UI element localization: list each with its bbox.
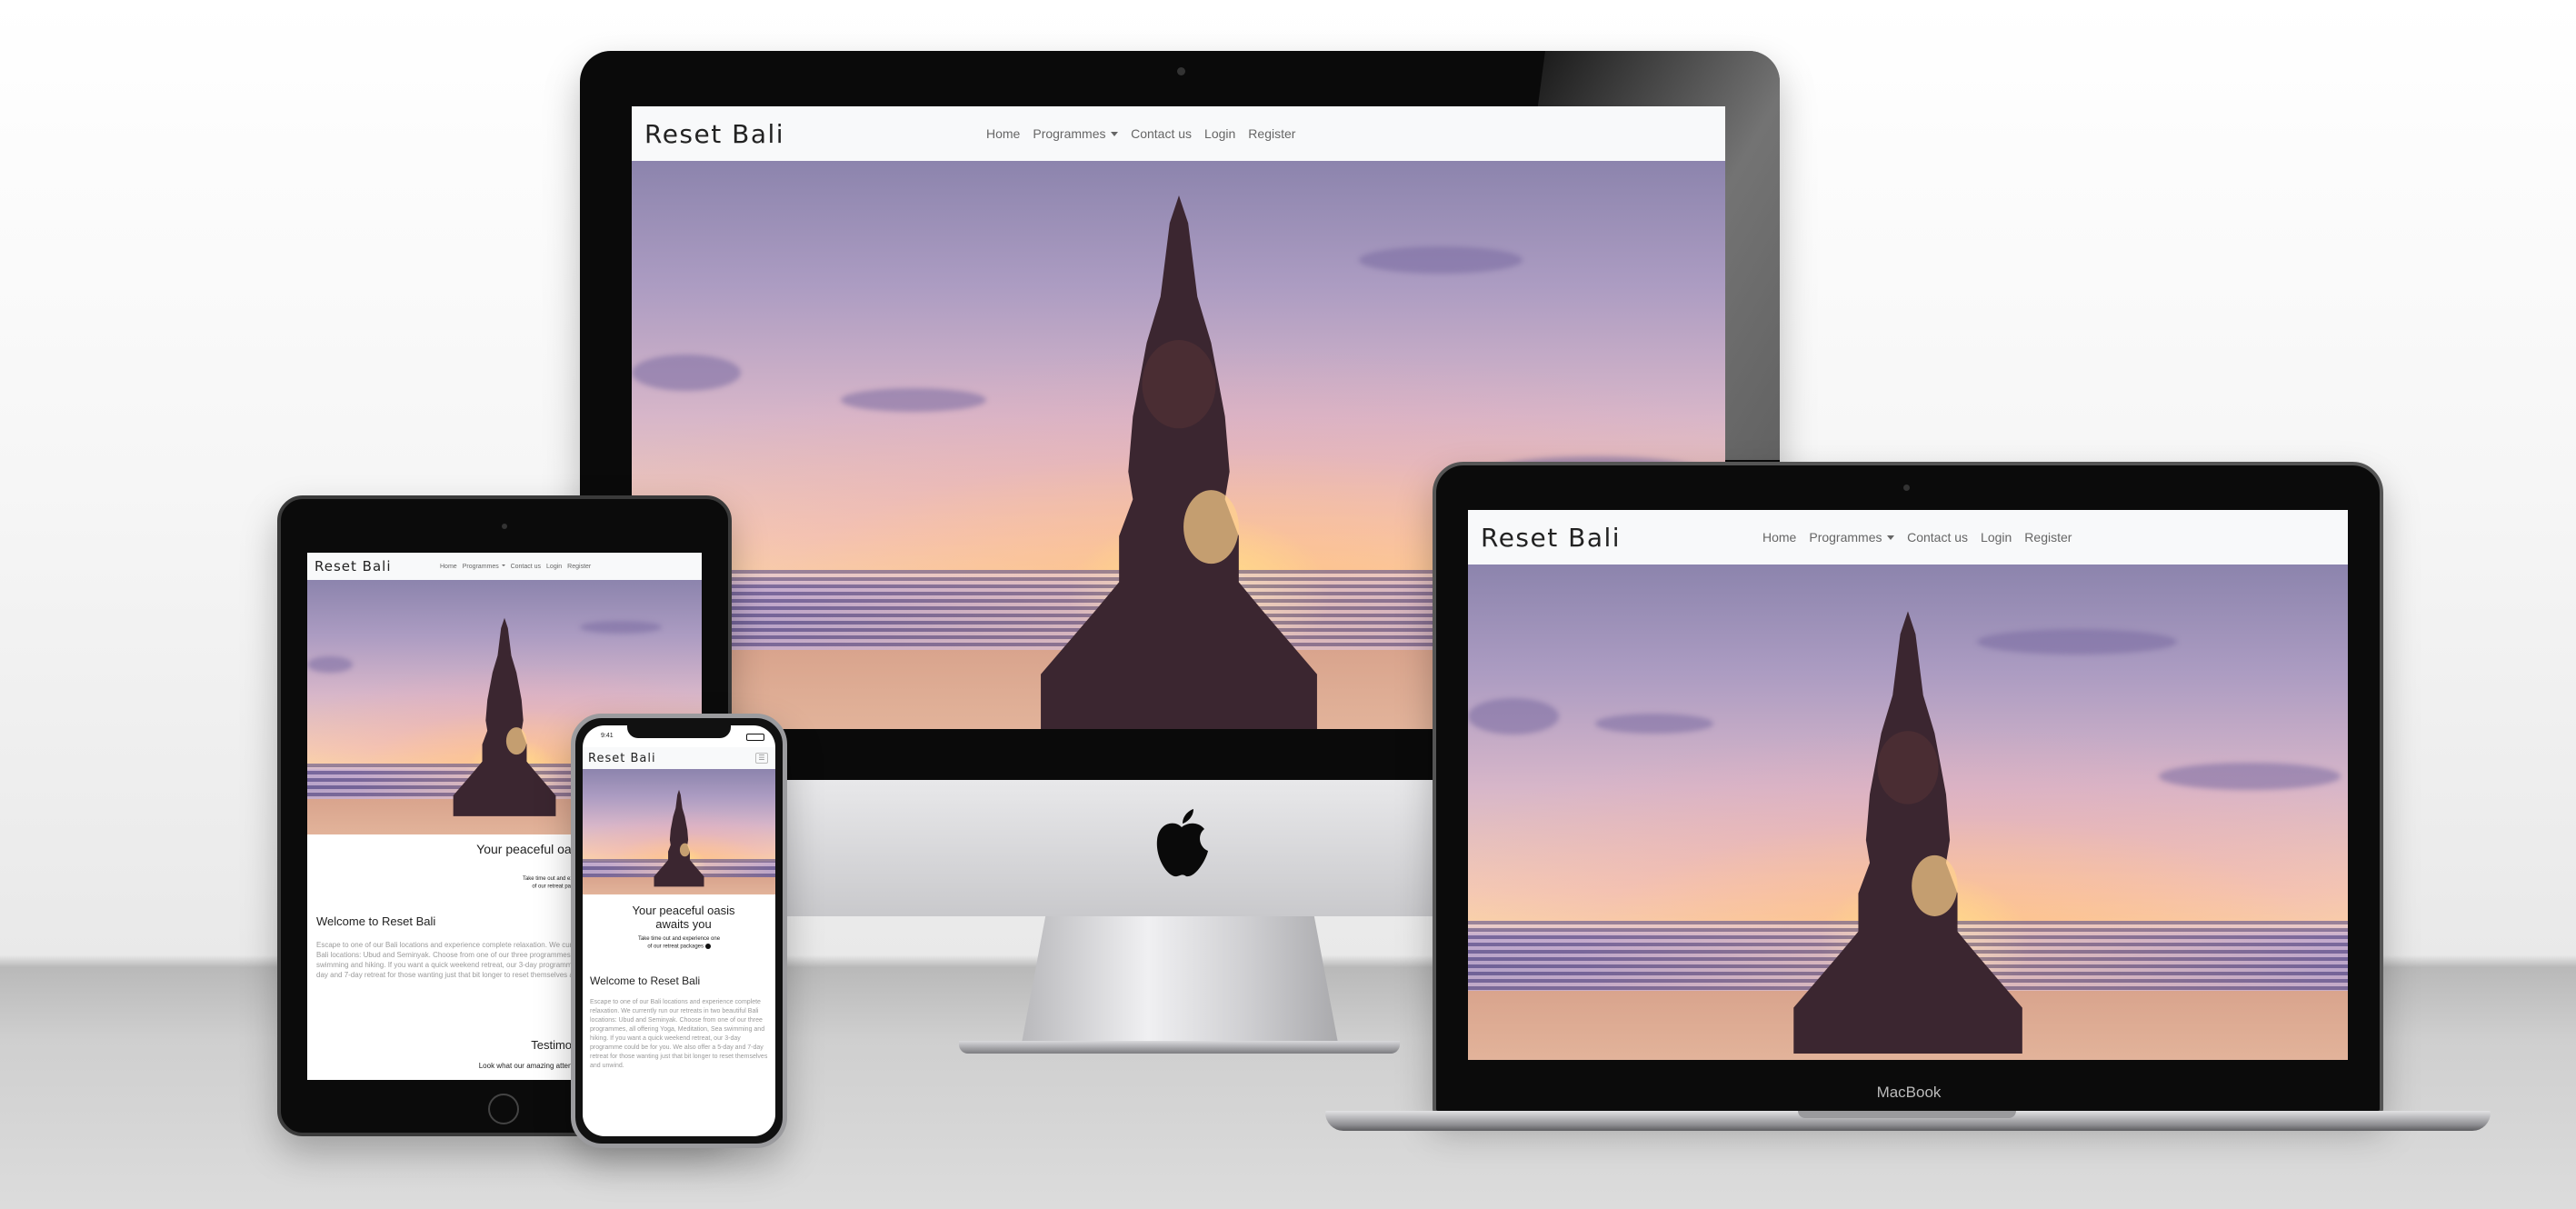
macbook-screen: Reset Bali Home Programmes Contact us Lo… [1468,510,2348,1060]
nav-login[interactable]: Login [1981,530,2012,545]
hero-subtext-1: Take time out and experience one [637,936,721,942]
yoga-woman-image [654,789,704,887]
battery-icon [746,734,764,741]
nav-home[interactable]: Home [440,564,457,570]
iphone-notch [627,725,731,738]
nav-menu: Home Programmes Contact us Login Registe… [1762,530,2072,545]
navbar: Reset Bali Home Programmes Contact us Lo… [307,553,702,580]
macbook-label: MacBook [1876,1084,1942,1101]
hero-image [583,769,775,894]
brand-logo[interactable]: Reset Bali [644,119,986,149]
nav-programmes[interactable]: Programmes [1033,126,1118,141]
navbar: Reset Bali Home Programmes Contact us Lo… [1468,510,2348,565]
yoga-woman-image [1793,611,2022,1054]
ipad-home-button[interactable] [488,1094,519,1124]
nav-contact[interactable]: Contact us [511,564,541,570]
welcome-text: Escape to one of our Bali locations and … [590,999,768,1069]
ipad-camera [502,524,507,529]
imac-stand [1020,916,1340,1053]
nav-home[interactable]: Home [1762,530,1796,545]
nav-contact[interactable]: Contact us [1907,530,1968,545]
nav-menu: Home Programmes Contact us Login Registe… [440,564,591,570]
nav-register[interactable]: Register [1248,126,1295,141]
hero-heading: Your peaceful oasis awaits you [632,904,735,931]
nav-register[interactable]: Register [567,564,591,570]
brand-logo[interactable]: Reset Bali [588,752,656,765]
nav-programmes[interactable]: Programmes [1809,530,1894,545]
imac-camera [1177,67,1185,75]
hamburger-menu-icon[interactable]: ☰ [755,753,768,764]
macbook-notch [1798,1111,2016,1118]
nav-login[interactable]: Login [1204,126,1235,141]
navbar: Reset Bali Home Programmes Contact us Lo… [632,106,1725,161]
brand-logo[interactable]: Reset Bali [315,558,440,575]
nav-register[interactable]: Register [2024,530,2072,545]
nav-programmes[interactable]: Programmes [463,564,505,570]
arrow-circle-icon[interactable] [704,944,711,949]
brand-logo[interactable]: Reset Bali [1481,523,1762,553]
yoga-woman-image [1040,195,1317,729]
nav-home[interactable]: Home [986,126,1020,141]
nav-login[interactable]: Login [546,564,562,570]
nav-menu: Home Programmes Contact us Login Registe… [986,126,1295,141]
apple-logo-icon [1156,809,1208,877]
nav-contact[interactable]: Contact us [1131,126,1192,141]
hero-image [1468,565,2348,1060]
hero-subtext-2: of our retreat packages [601,944,757,950]
welcome-title: Welcome to Reset Bali [590,974,701,987]
yoga-woman-image [453,618,556,817]
macbook-camera [1903,485,1910,491]
iphone-screen: 9:41 Reset Bali ☰ Your peaceful oasis aw… [583,725,775,1136]
imac-foot [959,1041,1400,1054]
navbar: Reset Bali ☰ [583,747,775,769]
